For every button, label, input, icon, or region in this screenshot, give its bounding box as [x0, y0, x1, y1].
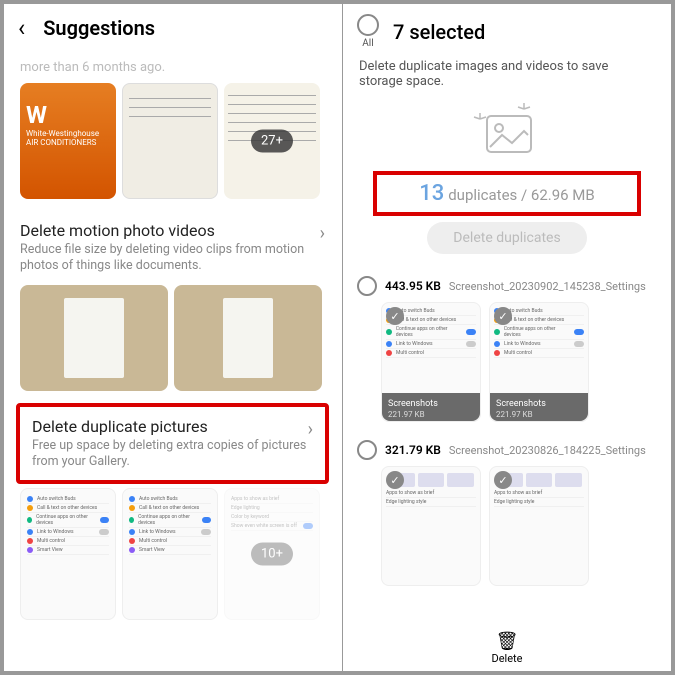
select-all-label: All — [357, 38, 379, 49]
duplicates-screen: All 7 selected Delete duplicate images a… — [343, 4, 671, 671]
screen-desc: Delete duplicate images and videos to sa… — [343, 59, 671, 89]
section-desc: Free up space by deleting extra copies o… — [32, 438, 308, 471]
check-icon[interactable]: ✓ — [386, 307, 404, 325]
screenshot-thumb[interactable]: Auto switch Buds Call & text on other de… — [20, 488, 116, 620]
section-title: Delete motion photo videos — [20, 221, 320, 240]
group-filename: Screenshot_20230826_184225_Settings — [449, 444, 646, 457]
old-photos-row: WWhite-WestinghouseAIR CONDITIONERS 27+ — [4, 75, 341, 207]
photo-thumb[interactable] — [122, 83, 218, 199]
select-all-checkbox[interactable] — [357, 14, 379, 36]
trash-icon: 🗑 — [349, 631, 665, 652]
photo-thumb[interactable]: WWhite-WestinghouseAIR CONDITIONERS — [20, 83, 116, 199]
group-checkbox[interactable] — [357, 440, 377, 460]
page-title: Suggestions — [43, 16, 155, 40]
check-icon[interactable]: ✓ — [386, 471, 404, 489]
group-filename: Screenshot_20230902_145238_Settings — [449, 280, 646, 293]
screenshot-thumb-stack[interactable]: Apps to show as brief Edge lighting Colo… — [224, 488, 320, 620]
count-badge: 10+ — [251, 543, 293, 566]
group-size: 443.95 KB — [385, 279, 441, 293]
photo-thumb-stack[interactable]: 27+ — [224, 83, 320, 199]
motion-thumb[interactable] — [20, 285, 168, 391]
check-icon[interactable]: ✓ — [494, 307, 512, 325]
section-desc: Reduce file size by deleting video clips… — [20, 242, 320, 275]
chevron-right-icon: › — [308, 419, 313, 440]
motion-thumb[interactable] — [174, 285, 322, 391]
suggestions-screen: ‹ Suggestions more than 6 months ago. WW… — [4, 4, 341, 671]
screenshot-thumb[interactable]: Auto switch Buds Call & text on other de… — [122, 488, 218, 620]
duplicate-count: 13 — [419, 181, 444, 206]
group-size: 321.79 KB — [385, 443, 441, 457]
selected-count-title: 7 selected — [393, 20, 485, 44]
chevron-right-icon: › — [320, 223, 325, 244]
section-title: Delete duplicate pictures — [32, 417, 308, 436]
hint-cutoff: more than 6 months ago. — [4, 60, 341, 75]
duplicate-thumb[interactable]: ✓ Apps to show as brief Edge lighting st… — [489, 466, 589, 586]
duplicate-group: 443.95 KB Screenshot_20230902_145238_Set… — [343, 272, 671, 436]
check-icon[interactable]: ✓ — [494, 471, 512, 489]
illustration-icon — [343, 89, 671, 167]
section-motion-photos[interactable]: Delete motion photo videos Reduce file s… — [4, 207, 341, 281]
highlight-box: Delete duplicate pictures Free up space … — [16, 403, 329, 485]
back-icon[interactable]: ‹ — [18, 14, 25, 42]
duplicate-thumb[interactable]: ✓ Apps to show as brief Edge lighting st… — [381, 466, 481, 586]
duplicate-thumb[interactable]: ✓ Auto switch Buds Call & text on other … — [489, 302, 589, 422]
delete-action[interactable]: 🗑 Delete — [343, 625, 671, 671]
section-duplicate-pictures[interactable]: Delete duplicate pictures Free up space … — [20, 407, 325, 481]
count-badge: 27+ — [251, 130, 293, 153]
duplicate-group: 321.79 KB Screenshot_20230826_184225_Set… — [343, 436, 671, 600]
highlight-box: 13 duplicates / 62.96 MB — [373, 171, 641, 216]
delete-duplicates-button[interactable]: Delete duplicates — [427, 222, 587, 254]
delete-label: Delete — [349, 652, 665, 665]
duplicate-thumb[interactable]: ✓ Auto switch Buds Call & text on other … — [381, 302, 481, 422]
group-checkbox[interactable] — [357, 276, 377, 296]
duplicate-size-label: duplicates / 62.96 MB — [448, 186, 595, 204]
